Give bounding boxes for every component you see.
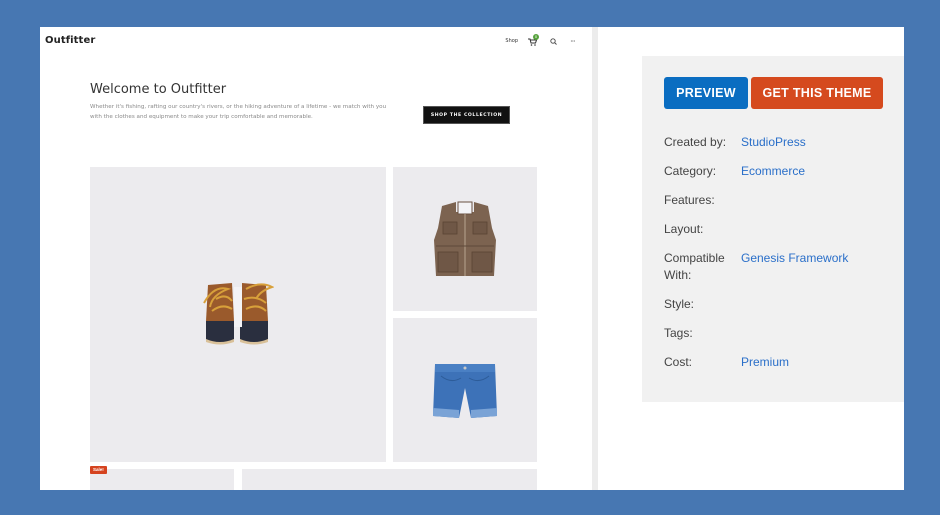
- product-tile-4[interactable]: [90, 469, 234, 490]
- nav-shop-link[interactable]: Shop: [505, 38, 518, 44]
- meta-link-ecommerce[interactable]: Ecommerce: [741, 163, 805, 180]
- get-this-theme-button[interactable]: GET THIS THEME: [751, 77, 883, 109]
- meta-label: Cost:: [664, 355, 693, 369]
- product-tile-vest[interactable]: [393, 167, 537, 311]
- more-button[interactable]: •••: [568, 36, 578, 46]
- hero-title: Welcome to Outfitter: [90, 82, 227, 97]
- site-nav: Shop 0 •••: [505, 34, 578, 46]
- more-icon: •••: [570, 39, 576, 43]
- product-tile-boots[interactable]: [90, 167, 386, 462]
- meta-label: Features:: [664, 193, 715, 207]
- shorts-image: [433, 364, 497, 418]
- meta-row-tags: Tags:: [664, 325, 894, 342]
- preview-button[interactable]: PREVIEW: [664, 77, 748, 109]
- meta-row-layout: Layout:: [664, 221, 894, 238]
- product-tile-5[interactable]: [242, 469, 537, 490]
- search-button[interactable]: [548, 36, 558, 46]
- shop-the-collection-button[interactable]: SHOP THE COLLECTION: [423, 106, 510, 124]
- meta-label: Style:: [664, 297, 695, 311]
- theme-meta-list: Created by: StudioPress Category: Ecomme…: [664, 134, 894, 383]
- meta-row-cost: Cost: Premium: [664, 354, 894, 371]
- preview-scrollbar[interactable]: [592, 27, 598, 490]
- meta-row-created-by: Created by: StudioPress: [664, 134, 894, 151]
- boots-image: [203, 283, 274, 345]
- meta-row-category: Category: Ecommerce: [664, 163, 894, 180]
- vest-image: [434, 201, 496, 276]
- search-icon: [549, 37, 557, 45]
- hero-text: Whether it's fishing, rafting our countr…: [90, 104, 387, 120]
- meta-link-premium[interactable]: Premium: [741, 354, 789, 371]
- meta-row-features: Features:: [664, 192, 894, 209]
- meta-label: Tags:: [664, 326, 693, 340]
- meta-row-style: Style:: [664, 296, 894, 313]
- theme-preview-site: Outfitter Shop 0 ••• Welcome to Outfitte…: [40, 27, 592, 490]
- meta-label: Layout:: [664, 222, 704, 236]
- site-header: Outfitter Shop 0 •••: [40, 27, 592, 57]
- meta-link-studiopress[interactable]: StudioPress: [741, 134, 806, 151]
- product-tile-shorts[interactable]: [393, 318, 537, 462]
- sale-badge: Sale!: [90, 466, 107, 474]
- meta-label: Created by:: [664, 135, 727, 149]
- meta-row-compatible-with: Compatible With: Genesis Framework: [664, 250, 894, 284]
- theme-detail-frame: Outfitter Shop 0 ••• Welcome to Outfitte…: [40, 27, 904, 490]
- site-logo[interactable]: Outfitter: [45, 35, 95, 46]
- cart-count-badge: 0: [533, 34, 539, 40]
- cart-button[interactable]: 0: [528, 34, 539, 46]
- meta-label: Compatible With:: [664, 251, 725, 282]
- meta-label: Category:: [664, 164, 717, 178]
- meta-link-genesis-framework[interactable]: Genesis Framework: [741, 250, 848, 284]
- theme-info-panel: PREVIEW GET THIS THEME Created by: Studi…: [642, 56, 904, 402]
